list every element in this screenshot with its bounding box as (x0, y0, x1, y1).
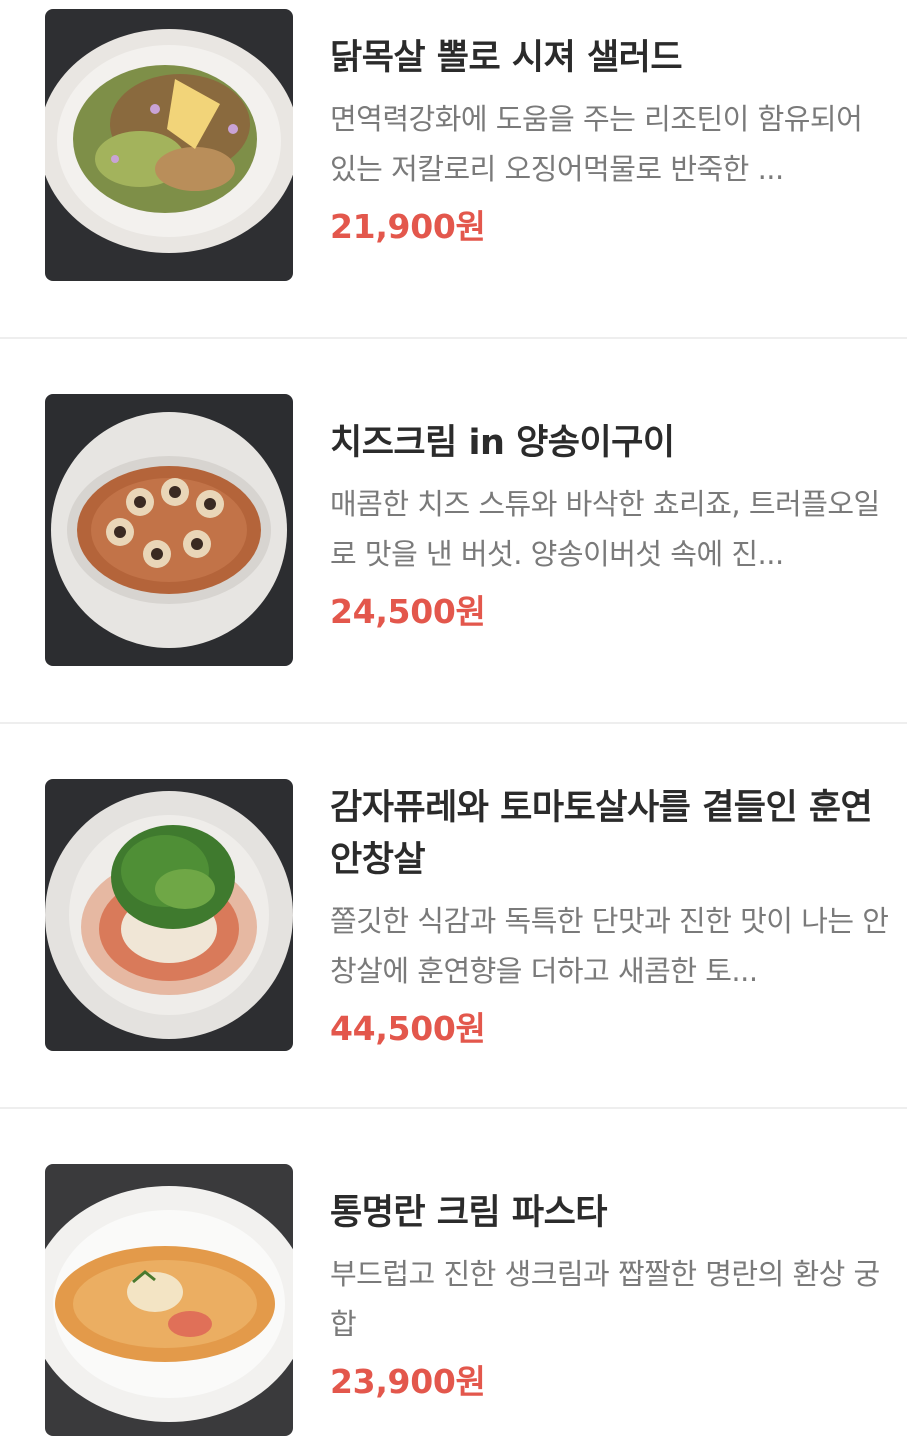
menu-item-mushroom[interactable]: 치즈크림 in 양송이구이 매콤한 치즈 스튜와 바삭한 쵸리죠, 트러플오일로… (0, 339, 907, 722)
menu-item-price: 23,900원 (330, 1362, 486, 1401)
food-thumbnail[interactable] (45, 1164, 293, 1436)
menu-list: 닭목살 뽈로 시져 샐러드 면역력강화에 도움을 주는 리조틴이 함유되어 있는… (0, 0, 907, 1440)
menu-item-description: 부드럽고 진한 생크림과 짭짤한 명란의 환상 궁합 (330, 1257, 880, 1341)
menu-item-title: 감자퓨레와 토마토살사를 곁들인 훈연 안창살 (330, 788, 873, 880)
menu-item-description: 쫄깃한 식감과 독특한 단맛과 진한 맛이 나는 안창살에 훈연향을 더하고 새… (330, 904, 889, 988)
menu-item-description: 면역력강화에 도움을 주는 리조틴이 함유되어 있는 저칼로리 오징어먹물로 반… (330, 102, 863, 186)
menu-item-info: 치즈크림 in 양송이구이 매콤한 치즈 스튜와 바삭한 쵸리죠, 트러플오일로… (330, 417, 890, 637)
pollock-roe-pasta-image (45, 1164, 293, 1436)
caesar-salad-image (45, 9, 293, 281)
mushroom-cheese-image (45, 394, 293, 666)
smoked-beef-salad-image (45, 779, 293, 1051)
menu-item-info: 닭목살 뽈로 시져 샐러드 면역력강화에 도움을 주는 리조틴이 함유되어 있는… (330, 32, 890, 252)
food-thumbnail[interactable] (45, 779, 293, 1051)
menu-item-title: 치즈크림 in 양송이구이 (330, 423, 675, 463)
food-thumbnail[interactable] (45, 9, 293, 281)
menu-item-price: 21,900원 (330, 207, 486, 246)
menu-item-smoked-beef[interactable]: 감자퓨레와 토마토살사를 곁들인 훈연 안창살 쫄깃한 식감과 독특한 단맛과 … (0, 724, 907, 1107)
menu-item-title: 통명란 크림 파스타 (330, 1193, 607, 1233)
menu-item-info: 감자퓨레와 토마토살사를 곁들인 훈연 안창살 쫄깃한 식감과 독특한 단맛과 … (330, 782, 890, 1054)
menu-item-title: 닭목살 뽈로 시져 샐러드 (330, 38, 683, 78)
menu-item-description: 매콤한 치즈 스튜와 바삭한 쵸리죠, 트러플오일로 맛을 낸 버섯. 양송이버… (330, 487, 880, 571)
menu-item-caesar-salad[interactable]: 닭목살 뽈로 시져 샐러드 면역력강화에 도움을 주는 리조틴이 함유되어 있는… (0, 0, 907, 337)
food-thumbnail[interactable] (45, 394, 293, 666)
menu-item-pasta[interactable]: 통명란 크림 파스타 부드럽고 진한 생크림과 짭짤한 명란의 환상 궁합 23… (0, 1109, 907, 1440)
menu-item-info: 통명란 크림 파스타 부드럽고 진한 생크림과 짭짤한 명란의 환상 궁합 23… (330, 1187, 890, 1407)
menu-item-price: 44,500원 (330, 1009, 486, 1048)
menu-item-price: 24,500원 (330, 592, 486, 631)
